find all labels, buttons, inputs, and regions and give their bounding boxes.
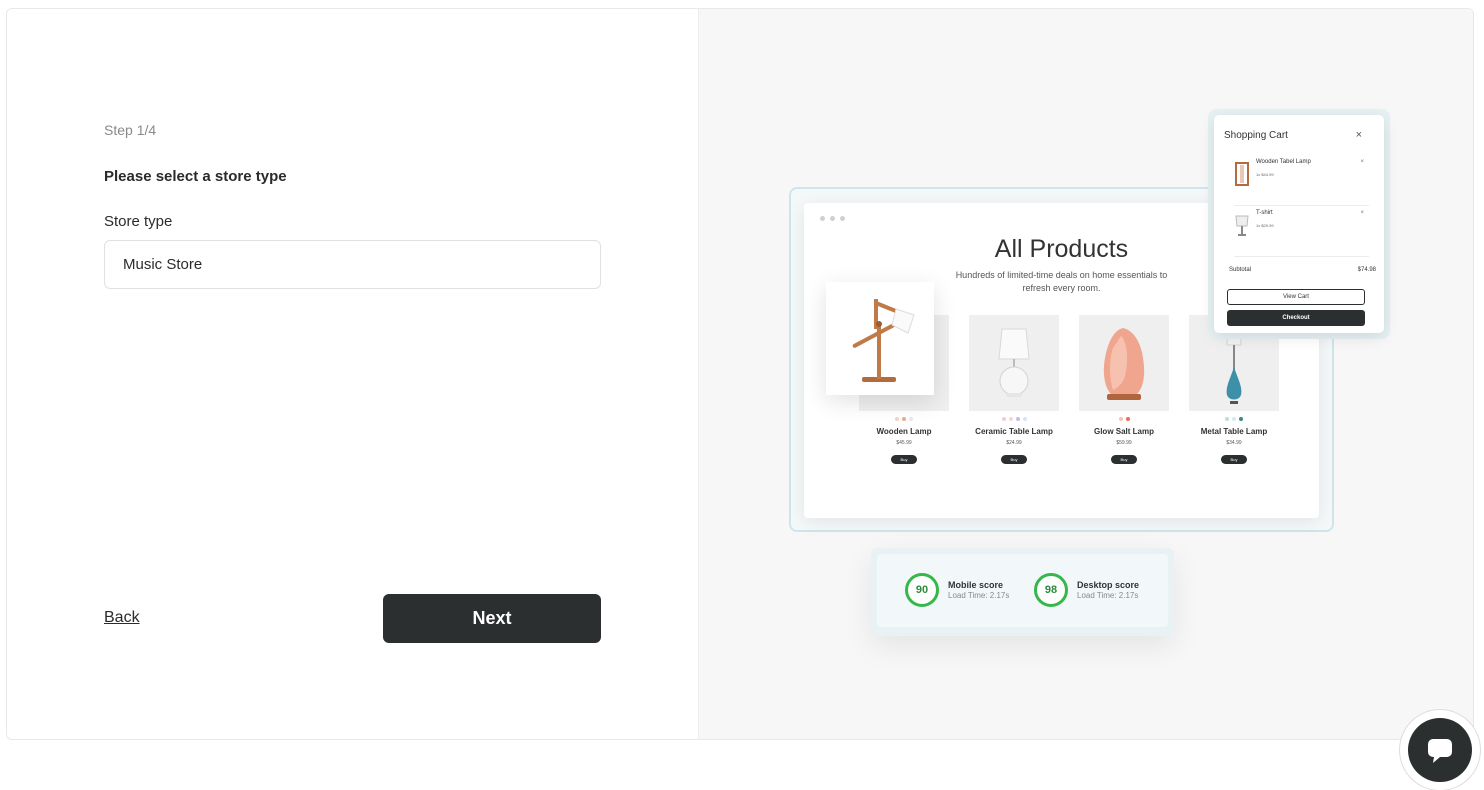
item-thumbnail (1232, 161, 1252, 187)
subtotal-label: Subtotal (1229, 267, 1252, 273)
score-ring: 98 (1034, 573, 1068, 607)
featured-product-card (826, 282, 934, 395)
ceramic-lamp-icon (998, 328, 1030, 397)
performance-scores-card: 90 Mobile score Load Time: 2.17s 98 Desk… (877, 554, 1168, 627)
item-thumbnail (1232, 212, 1252, 238)
divider (1234, 205, 1369, 206)
store-preview-illustration: All Products Hundreds of limited-time de… (698, 9, 1473, 739)
score-load-time: Load Time: 2.17s (1077, 591, 1139, 600)
onboarding-frame: Step 1/4 Please select a store type Stor… (6, 8, 1474, 740)
product-price: $59.99 (1116, 440, 1132, 446)
remove-icon: × (1360, 159, 1364, 165)
chat-bubble-icon (1408, 718, 1472, 782)
buy-button: Buy (1001, 455, 1027, 464)
window-dots (820, 216, 845, 221)
step-indicator: Step 1/4 (104, 122, 157, 138)
checkout-button: Checkout (1227, 310, 1365, 326)
close-icon: × (1355, 129, 1362, 141)
store-type-value: Music Store (123, 256, 203, 273)
mobile-score: 90 Mobile score Load Time: 2.17s (905, 573, 1009, 607)
store-type-select[interactable]: Music Store (104, 240, 601, 289)
score-name: Desktop score (1077, 580, 1140, 590)
buy-button: Buy (891, 455, 917, 464)
product-name: Ceramic Table Lamp (975, 427, 1053, 436)
shopping-cart-popup: Shopping Cart × Wooden Tabel Lamp 1x $44… (1214, 115, 1384, 333)
score-load-time: Load Time: 2.17s (948, 591, 1010, 600)
product-name: Metal Table Lamp (1200, 427, 1268, 436)
color-swatches (1001, 417, 1027, 421)
salt-lamp-icon (1103, 328, 1145, 400)
remove-icon: × (1360, 210, 1364, 216)
buy-button: Buy (1221, 455, 1247, 464)
cart-item-price: 1x $29.99 (1256, 223, 1274, 228)
wizard-panel: Step 1/4 Please select a store type Stor… (7, 9, 698, 739)
cart-item-name: T-shirt (1256, 210, 1273, 216)
color-swatches (1225, 417, 1243, 421)
chat-widget-button[interactable] (1400, 710, 1480, 790)
score-ring: 90 (905, 573, 939, 607)
wizard-heading: Please select a store type (104, 168, 287, 185)
product-price: $45.99 (896, 440, 912, 446)
cart-item: Wooden Tabel Lamp 1x $44.99 × (1224, 157, 1372, 197)
product-name: Wooden Lamp (876, 427, 932, 436)
buy-button: Buy (1111, 455, 1137, 464)
product-card: Glow Salt Lamp $59.99 Buy (1079, 315, 1169, 464)
back-link[interactable]: Back (104, 609, 140, 627)
product-price: $34.99 (1226, 440, 1242, 446)
subtotal-value: $74.98 (1357, 267, 1376, 273)
product-price: $24.99 (1006, 440, 1022, 446)
store-type-label: Store type (104, 213, 173, 230)
divider (1234, 256, 1369, 257)
product-image (969, 315, 1059, 411)
cart-item: T-shirt 1x $29.99 × (1224, 208, 1372, 248)
products-subtitle: Hundreds of limited-time deals on home e… (955, 270, 1168, 293)
score-name: Mobile score (948, 580, 1004, 590)
color-swatches (895, 417, 913, 421)
product-image (1079, 315, 1169, 411)
view-cart-button: View Cart (1227, 289, 1365, 305)
next-button[interactable]: Next (383, 594, 601, 643)
product-card: Ceramic Table Lamp $24.99 Buy (969, 315, 1059, 464)
cart-item-name: Wooden Tabel Lamp (1256, 159, 1311, 165)
cart-item-price: 1x $44.99 (1256, 172, 1274, 177)
wooden-lamp-icon (852, 298, 915, 382)
color-swatches (1118, 417, 1130, 421)
desktop-score: 98 Desktop score Load Time: 2.17s (1034, 573, 1139, 607)
cart-title: Shopping Cart (1224, 130, 1288, 141)
product-name: Glow Salt Lamp (1093, 427, 1154, 436)
